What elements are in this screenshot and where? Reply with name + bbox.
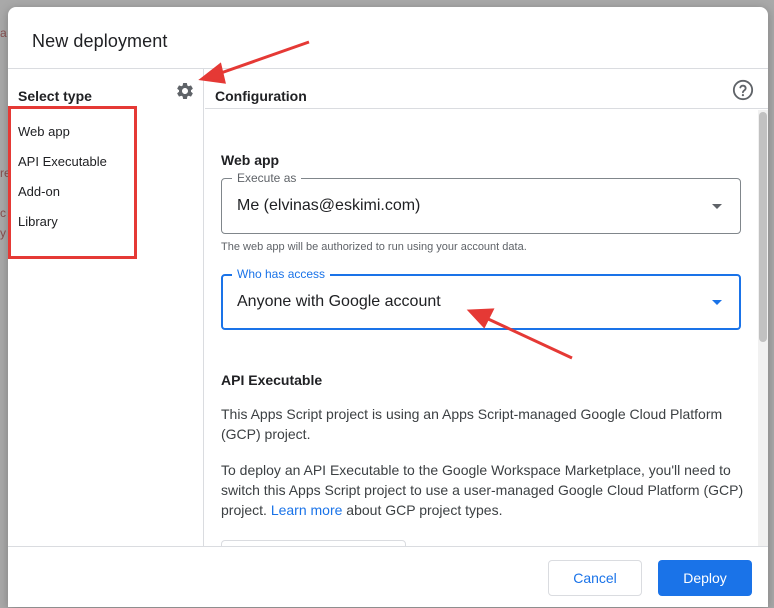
scrollbar-thumb[interactable] (759, 112, 767, 342)
who-has-access-select[interactable]: Who has access Anyone with Google accoun… (221, 267, 741, 330)
deploy-button[interactable]: Deploy (658, 560, 752, 596)
help-circle-icon[interactable] (732, 79, 754, 101)
background-fragment: c (0, 206, 6, 220)
background-fragment: a (0, 26, 7, 40)
type-item-web-app[interactable]: Web app (8, 117, 204, 147)
execute-as-select[interactable]: Execute as Me (elvinas@eskimi.com) (221, 171, 741, 234)
web-app-heading: Web app (221, 152, 280, 168)
deployment-type-list: Web app API Executable Add-on Library (8, 117, 204, 237)
instructions-text-end: about GCP project types. (342, 502, 503, 518)
select-type-pane: Select type Web app API Executable Add-o… (8, 69, 204, 546)
type-item-library[interactable]: Library (8, 207, 204, 237)
execute-as-label: Execute as (232, 171, 302, 185)
api-executable-description: This Apps Script project is using an App… (221, 406, 723, 442)
select-type-title: Select type (18, 88, 92, 104)
dialog-title: New deployment (32, 31, 168, 51)
new-deployment-dialog: New deployment Select type Web app API E… (8, 7, 768, 607)
type-item-add-on[interactable]: Add-on (8, 177, 204, 207)
configuration-title: Configuration (215, 88, 307, 104)
api-executable-instructions: To deploy an API Executable to the Googl… (221, 460, 749, 520)
gear-icon[interactable] (175, 81, 195, 101)
execute-as-hint: The web app will be authorized to run us… (221, 241, 527, 253)
cancel-button[interactable]: Cancel (548, 560, 642, 596)
who-has-access-value: Anyone with Google account (237, 293, 441, 310)
learn-more-link[interactable]: Learn more (271, 502, 343, 518)
type-item-api-executable[interactable]: API Executable (8, 147, 204, 177)
dialog-footer: Cancel Deploy (8, 546, 768, 607)
dropdown-caret-icon (712, 204, 722, 209)
execute-as-value: Me (elvinas@eskimi.com) (237, 197, 421, 214)
configuration-header: Configuration (205, 69, 768, 109)
dropdown-caret-icon (712, 300, 722, 305)
background-fragment: y (0, 226, 6, 240)
api-executable-heading: API Executable (221, 372, 323, 388)
who-has-access-label: Who has access (232, 267, 331, 281)
configuration-body: Web app Execute as Me (elvinas@eskimi.co… (205, 110, 768, 546)
